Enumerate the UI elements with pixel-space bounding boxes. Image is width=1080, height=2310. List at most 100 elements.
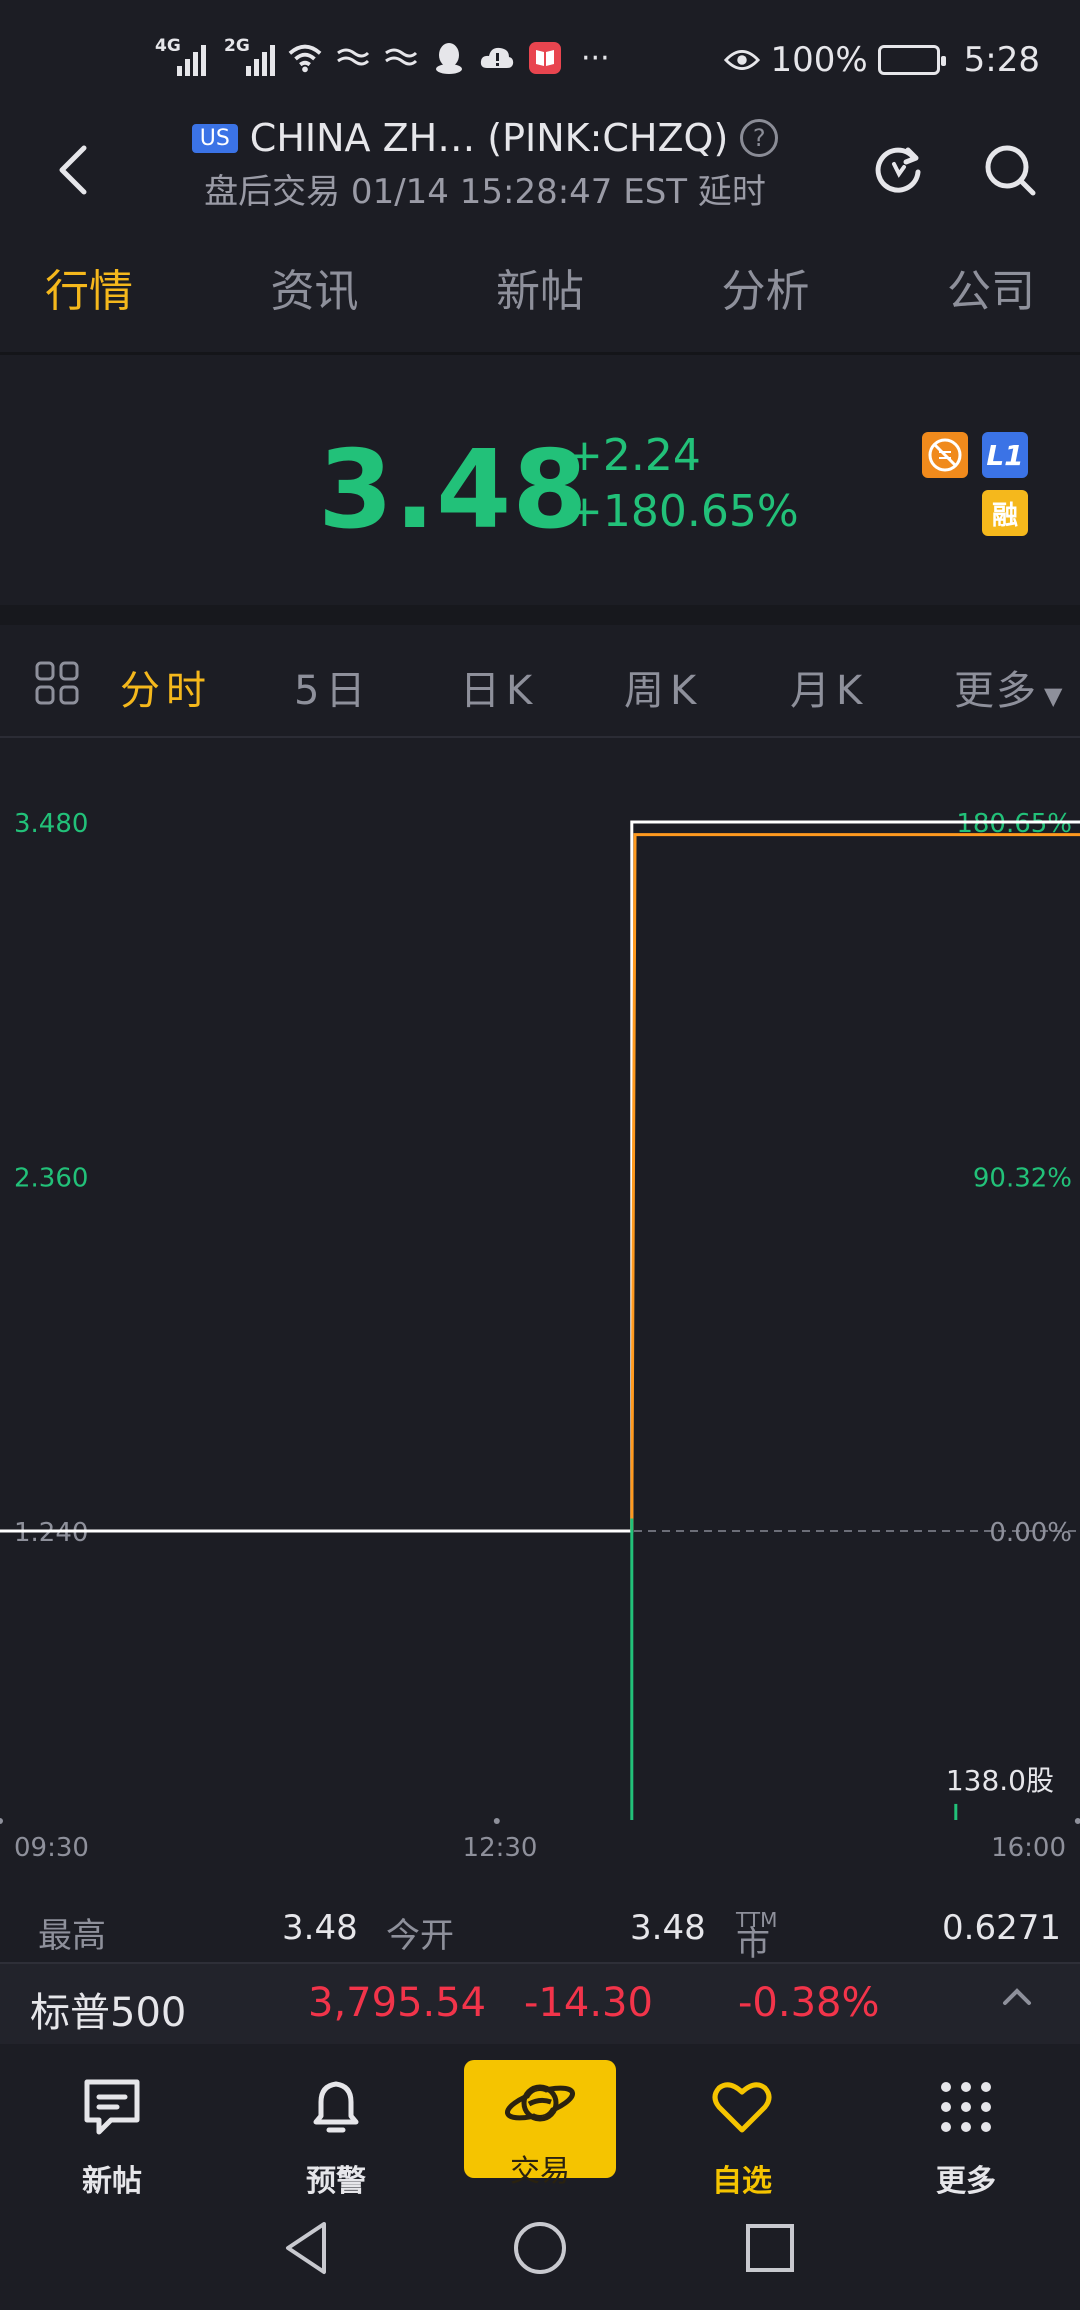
system-back-button[interactable] — [276, 2216, 340, 2280]
nav-more[interactable]: 更多 — [896, 2072, 1036, 2200]
no-short-icon[interactable] — [922, 432, 968, 478]
cellular-signal-icon-2: 2G — [224, 36, 275, 76]
x-axis-dot — [0, 1818, 3, 1824]
period-intraday[interactable]: 分时 — [120, 658, 212, 716]
y-axis-label-left: 2.360 — [14, 1164, 88, 1194]
period-tabs: 分时 5日 日K 周K 月K 更多 ▼ — [0, 628, 1080, 738]
price-line — [0, 820, 1080, 1533]
help-icon[interactable]: ? — [740, 119, 779, 157]
last-price: 3.48 — [318, 428, 589, 553]
period-monthly-k[interactable]: 月K — [790, 658, 868, 716]
change-amount: +2.24 — [566, 430, 701, 481]
circle-home-icon — [514, 2222, 566, 2274]
heart-icon — [712, 2082, 772, 2133]
pe-value: 0.6271 — [942, 1908, 1061, 1948]
x-axis-label: 12:30 — [463, 1833, 538, 1858]
system-recents-button[interactable] — [738, 2216, 802, 2280]
market-badge: US — [191, 123, 238, 153]
section-tabs: 行情 资讯 新帖 分析 公司 — [0, 255, 1080, 355]
index-name: 标普500 — [30, 1990, 187, 2036]
open-label: 今开 — [386, 1916, 454, 1956]
clock: 5:28 — [963, 40, 1040, 80]
stats-row: 最高 3.48 今开 3.48 市盈率TTM 0.6271 — [0, 1900, 1080, 2062]
y-axis-label-left: 1.240 — [14, 1518, 88, 1548]
status-icons-right: 100% 5:28 — [724, 40, 1040, 80]
cellular-signal-icon: 4G — [155, 36, 206, 76]
nav-watchlist[interactable]: 自选 — [672, 2072, 812, 2200]
x-axis-label: 16:00 — [991, 1833, 1066, 1858]
search-button[interactable] — [980, 140, 1040, 200]
network-type-label: 4G — [155, 36, 181, 56]
margin-badge[interactable]: 融 — [982, 490, 1028, 536]
book-app-icon — [527, 41, 563, 75]
stock-name: CHINA ZH… (PINK:CHZQ) — [249, 116, 729, 160]
y-axis-label-right: 90.32% — [973, 1164, 1072, 1194]
quote-panel: 3.48 +2.24 +180.65% L1 融 — [0, 360, 1080, 605]
system-home-button[interactable] — [508, 2216, 572, 2280]
nav-trade[interactable]: 交易 — [464, 2060, 616, 2189]
change-percent: +180.65% — [566, 486, 799, 537]
refresh-icon — [875, 147, 921, 193]
volume-bar — [630, 1518, 634, 1820]
qq-icon — [431, 41, 467, 75]
nav-posts[interactable]: 新帖 — [42, 2072, 182, 2200]
high-value: 3.48 — [282, 1908, 358, 1948]
app-notification-icon — [335, 41, 371, 75]
index-ticker[interactable]: 标普500 3,795.54 -14.30 -0.38% — [0, 1962, 1080, 2044]
period-more-label: 更多 — [954, 668, 1038, 714]
layout-grid-button[interactable] — [34, 660, 80, 706]
status-icons-left: 4G 2G ··· — [155, 36, 610, 76]
eye-comfort-icon — [724, 43, 761, 77]
open-value: 3.48 — [630, 1908, 706, 1948]
nav-trade-label: 交易 — [510, 2154, 570, 2189]
refresh-button[interactable] — [868, 140, 928, 200]
level1-badge[interactable]: L1 — [982, 432, 1028, 478]
battery-percent: 100% — [770, 40, 868, 80]
chevron-up-icon[interactable] — [1000, 1978, 1034, 2024]
dots-grid-icon — [941, 2082, 991, 2132]
caret-down-icon: ▼ — [1044, 682, 1065, 710]
index-change: -14.30 — [524, 1980, 653, 2026]
tab-quote[interactable]: 行情 — [45, 255, 133, 355]
grid-icon — [35, 661, 79, 705]
tab-posts[interactable]: 新帖 — [496, 255, 584, 355]
message-icon — [84, 2079, 140, 2135]
index-change-percent: -0.38% — [738, 1980, 880, 2026]
x-axis-label: 09:30 — [14, 1833, 89, 1858]
bottom-navigation: 新帖 预警 交易 自选 更多 — [0, 2044, 1080, 2199]
price-change: +2.24 +180.65% — [566, 428, 799, 540]
divider — [0, 352, 1080, 355]
bell-icon — [313, 2081, 359, 2133]
stock-header: US CHINA ZH… (PINK:CHZQ) ? 盘后交易 01/14 15… — [0, 110, 1080, 230]
battery-icon — [877, 45, 946, 75]
search-icon — [985, 145, 1036, 196]
tab-news[interactable]: 资讯 — [271, 255, 359, 355]
y-axis-label-left: 3.480 — [14, 809, 88, 839]
period-5day[interactable]: 5日 — [294, 658, 371, 716]
high-label: 最高 — [38, 1916, 106, 1956]
tab-analysis[interactable]: 分析 — [722, 255, 810, 355]
triangle-back-icon — [286, 2222, 326, 2274]
period-daily-k[interactable]: 日K — [460, 658, 538, 716]
app-notification-icon-2 — [383, 41, 419, 75]
period-more[interactable]: 更多 ▼ — [954, 658, 1064, 716]
planet-icon — [504, 2084, 576, 2122]
cloud-alert-icon — [479, 41, 515, 75]
x-axis-dot — [493, 1818, 500, 1824]
y-axis-label-right: 0.00% — [989, 1518, 1072, 1548]
network-type-label-2: 2G — [224, 36, 250, 56]
pe-label: 市盈率TTM — [736, 1908, 777, 2062]
index-value: 3,795.54 — [308, 1980, 487, 2026]
tab-company[interactable]: 公司 — [947, 255, 1035, 355]
x-axis-dot — [1074, 1818, 1080, 1824]
volume-label: 138.0股 — [946, 1764, 1054, 1797]
system-navigation — [0, 2194, 1080, 2310]
more-notifications-icon: ··· — [581, 40, 610, 76]
intraday-chart[interactable]: 3.480 2.360 1.240 180.65% 90.32% 0.00% 138.0股 0… — [0, 738, 1080, 1863]
square-recents-icon — [746, 2224, 794, 2272]
divider — [0, 605, 1080, 625]
wifi-icon — [287, 41, 323, 75]
chart-canvas: 3.4802.3601.240180.65%90.32%0.00%138.0股0… — [0, 809, 1080, 1863]
nav-alerts[interactable]: 预警 — [266, 2072, 406, 2200]
period-weekly-k[interactable]: 周K — [624, 658, 702, 716]
